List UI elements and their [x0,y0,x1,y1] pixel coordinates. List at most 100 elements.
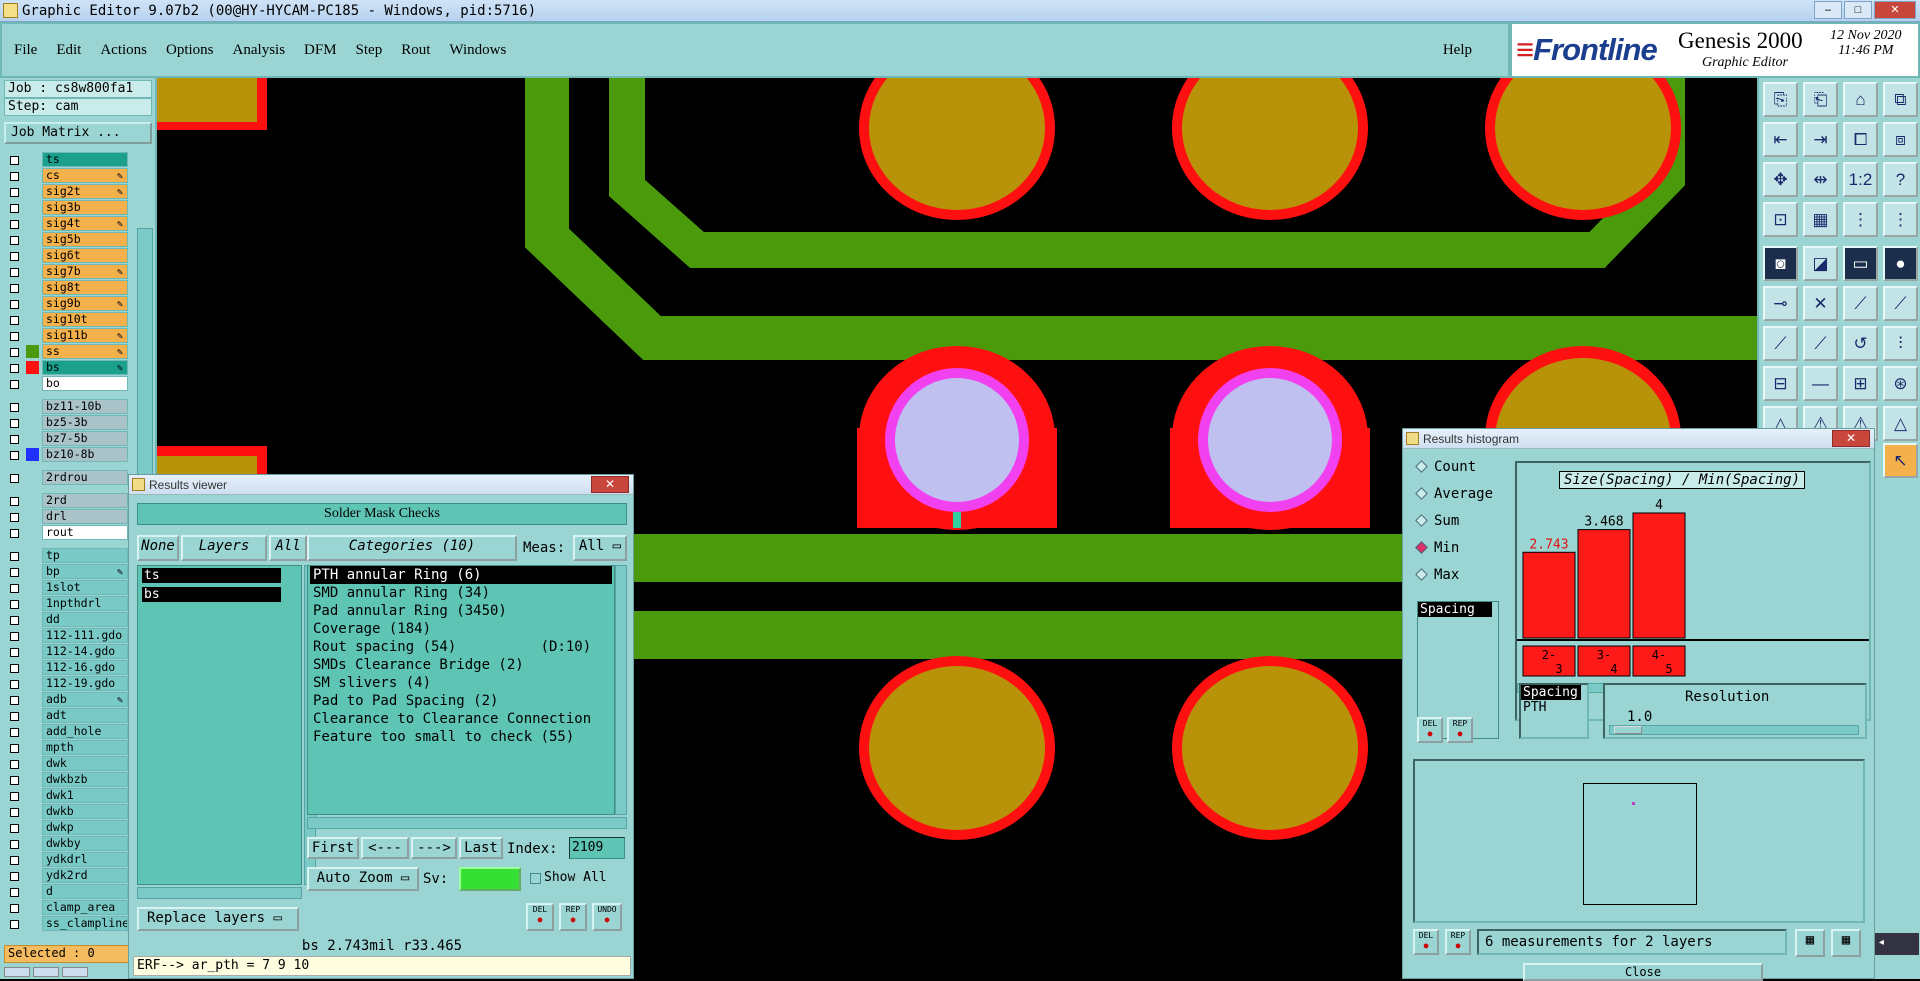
categories-hscroll[interactable] [307,817,627,829]
layer-color-swatch[interactable] [26,629,39,642]
layer-name[interactable]: sig6t [42,248,128,263]
layer-name[interactable]: sig2t ✎ [42,184,128,199]
layer-name[interactable]: dwkb [42,804,128,819]
layer-checkbox[interactable] [10,680,19,689]
layer-row[interactable]: clamp_area [6,900,128,916]
layer-checkbox[interactable] [10,616,19,625]
layer-color-swatch[interactable] [26,345,39,358]
histogram-close-button[interactable]: Close [1523,963,1763,981]
layer-color-swatch[interactable] [26,201,39,214]
layer-name[interactable]: dwkbzb [42,772,128,787]
categories-vscroll[interactable] [615,565,627,815]
layer-name[interactable]: mpth [42,740,128,755]
layer-checkbox[interactable] [10,808,19,817]
line3-icon[interactable]: ⟋ [1763,326,1798,361]
layer-name[interactable]: sig4t ✎ [42,216,128,231]
layer-name[interactable]: dwk [42,756,128,771]
layer-color-swatch[interactable] [26,677,39,690]
sv-color-dropdown[interactable] [459,867,521,891]
layer-tool-1[interactable] [4,967,30,977]
layer-row[interactable]: bs ✎ [6,360,128,376]
menu-help[interactable]: Help [1443,42,1472,59]
histogram-list-item[interactable]: Spacing [1418,602,1492,617]
histogram-bar[interactable] [1522,551,1576,639]
layer-name[interactable]: ydk2rd [42,868,128,883]
layer-name[interactable]: bz11-10b [42,399,128,414]
split-icon[interactable]: ⧠ [1843,122,1878,157]
layer-checkbox[interactable] [10,348,19,357]
meas-dropdown[interactable]: All ▭ [573,535,627,561]
layer-color-swatch[interactable] [26,581,39,594]
layer-checkbox[interactable] [10,497,19,506]
snap-icon[interactable]: ⊡ [1763,202,1798,237]
layer-name[interactable]: dwkby [42,836,128,851]
layer-name[interactable]: dwk1 [42,788,128,803]
histogram-option[interactable]: Average [1413,486,1493,502]
arc-icon[interactable]: ↺ [1843,326,1878,361]
layer-name[interactable]: ss ✎ [42,344,128,359]
layer-color-swatch[interactable] [26,901,39,914]
layer-name[interactable]: 1slot [42,580,128,595]
layer-checkbox[interactable] [10,474,19,483]
layer-checkbox[interactable] [10,920,19,929]
layer-color-swatch[interactable] [26,741,39,754]
layer-row[interactable]: 1slot [6,580,128,596]
layer-row[interactable]: dwk1 [6,788,128,804]
layer-checkbox[interactable] [10,172,19,181]
open-icon[interactable]: ⎘ [1763,82,1798,117]
layer-name[interactable]: sig11b ✎ [42,328,128,343]
category-item[interactable]: PTH annular Ring (6) [310,566,612,584]
layer-color-swatch[interactable] [26,153,39,166]
layer-checkbox[interactable] [10,888,19,897]
layer-color-swatch[interactable] [26,693,39,706]
layer-name[interactable]: drl [42,509,128,524]
menu-analysis[interactable]: Analysis [233,42,286,59]
layer-row[interactable]: bz7-5b [6,431,128,447]
histogram-tool-2[interactable]: ▦ [1831,929,1861,957]
ruler-icon[interactable]: ▭ [1843,246,1878,281]
menu-options[interactable]: Options [166,42,214,59]
layer-color-swatch[interactable] [26,661,39,674]
categories-list[interactable]: PTH annular Ring (6) SMD annular Ring (34… [307,565,615,815]
layer-checkbox[interactable] [10,529,19,538]
left-icon[interactable]: ⇤ [1763,122,1798,157]
layer-row[interactable]: tp [6,548,128,564]
layer-name[interactable]: tp [42,548,128,563]
plus-icon[interactable]: ⊞ [1843,366,1878,401]
layer-name[interactable]: ss_clampline [42,916,128,931]
layer-checkbox[interactable] [10,696,19,705]
layer-checkbox[interactable] [10,824,19,833]
layer-checkbox[interactable] [10,904,19,913]
layer-color-swatch[interactable] [26,281,39,294]
histogram-close[interactable]: ✕ [1832,430,1870,447]
replace-layers-dropdown[interactable]: Replace layers ▭ [137,907,299,931]
line4-icon[interactable]: ⟋ [1803,326,1838,361]
layers-icon[interactable]: ⋮ [1843,202,1878,237]
histogram-tool-1[interactable]: ▦ [1795,929,1825,957]
histogram-bar[interactable] [1577,529,1631,639]
layer-row[interactable]: sig2t ✎ [6,184,128,200]
result-layer-item[interactable]: bs [142,587,281,602]
layer-row[interactable]: sig7b ✎ [6,264,128,280]
layer-color-swatch[interactable] [26,265,39,278]
layer-checkbox[interactable] [10,760,19,769]
layer-checkbox[interactable] [10,156,19,165]
category-item[interactable]: SM slivers (4) [310,674,612,692]
layer-checkbox[interactable] [10,435,19,444]
layer-checkbox[interactable] [10,776,19,785]
layer-checkbox[interactable] [10,632,19,641]
layer-color-swatch[interactable] [26,510,39,523]
layer-color-swatch[interactable] [26,725,39,738]
layer-name[interactable]: 112-16.gdo [42,660,128,675]
index-field[interactable]: 2109 [569,837,625,859]
layer-color-swatch[interactable] [26,416,39,429]
layer-checkbox[interactable] [10,513,19,522]
home-icon[interactable]: ⌂ [1843,82,1878,117]
layer-name[interactable]: clamp_area [42,900,128,915]
layer-color-swatch[interactable] [26,249,39,262]
layer-color-swatch[interactable] [26,597,39,610]
layer-color-swatch[interactable] [26,432,39,445]
layer-name[interactable]: sig3b [42,200,128,215]
layer-name[interactable]: ts [42,152,128,167]
layer-name[interactable]: adt [42,708,128,723]
